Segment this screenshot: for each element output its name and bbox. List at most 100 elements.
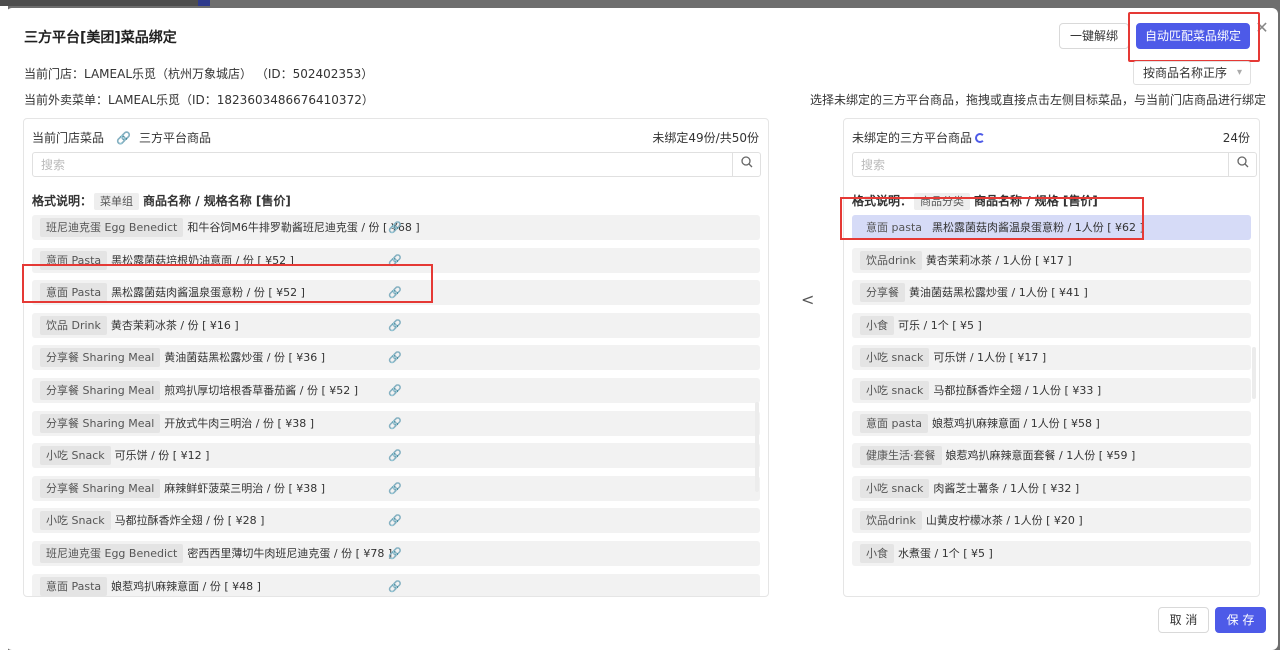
category-tag: 小吃 Snack (40, 511, 111, 531)
format-tag: 商品分类 (914, 193, 971, 210)
search-icon[interactable] (1228, 153, 1256, 176)
cancel-button[interactable]: 取 消 (1158, 607, 1209, 633)
chevron-left-icon[interactable]: < (801, 290, 814, 309)
platform-item-row[interactable]: 小吃 snack 可乐饼 / 1人份 [ ¥17 ] (852, 345, 1251, 371)
item-name: 黑松露菌菇肉酱温泉蛋意粉 / 份 [ ¥52 ] (111, 286, 305, 300)
store-dishes-panel: 当前门店菜品 🔗 三方平台商品 未绑定49份/共50份 格式说明：菜单组商品名称 /… (23, 118, 769, 597)
link-icon[interactable]: 🔗 (388, 476, 402, 501)
platform-item-row[interactable]: 饮品drink 黄杏茉莉冰茶 / 1人份 [ ¥17 ] (852, 247, 1251, 273)
store-search-box (32, 152, 761, 177)
background-topbar (0, 0, 210, 6)
link-icon[interactable]: 🔗 (388, 248, 402, 273)
item-name: 水煮蛋 / 1个 [ ¥5 ] (898, 546, 993, 560)
auto-match-button[interactable]: 自动匹配菜品绑定 (1136, 23, 1250, 49)
platform-list-scrollbar[interactable] (1252, 347, 1256, 399)
platform-item-row[interactable]: 小吃 snack 肉酱芝士薯条 / 1人份 [ ¥32 ] (852, 475, 1251, 501)
platform-item-row[interactable]: 小食 可乐 / 1个 [ ¥5 ] (852, 312, 1251, 338)
format-label: 格式说明： (32, 194, 93, 208)
item-name: 黄杏茉莉冰茶 / 份 [ ¥16 ] (110, 318, 239, 332)
store-list-scrollbar[interactable] (755, 402, 759, 492)
category-tag: 小吃 snack (860, 478, 930, 498)
link-icon[interactable]: 🔗 (388, 378, 402, 403)
store-dish-row[interactable]: 班尼迪克蛋 Egg Benedict 和牛谷饲M6牛排罗勒酱班尼迪克蛋 / 份 [… (32, 215, 760, 240)
item-name: 黄杏茉莉冰茶 / 1人份 [ ¥17 ] (925, 253, 1072, 267)
format-legend: 格式说明： 商品分类 商品名称 / 规格 [售价] (852, 192, 1098, 210)
store-panel-header: 当前门店菜品 🔗 三方平台商品 (32, 129, 211, 146)
item-name: 黑松露菌菇培根奶油意面 / 份 [ ¥52 ] (111, 253, 294, 267)
link-icon[interactable]: 🔗 (388, 443, 402, 468)
link-icon[interactable]: 🔗 (388, 411, 402, 436)
store-dish-row[interactable]: 班尼迪克蛋 Egg Benedict 密西西里薄切牛肉班尼迪克蛋 / 份 [ ¥7… (32, 540, 760, 566)
item-name: 马都拉酥香炸全翅 / 份 [ ¥28 ] (114, 514, 265, 528)
category-tag: 班尼迪克蛋 Egg Benedict (40, 218, 184, 237)
link-icon[interactable]: 🔗 (388, 574, 402, 596)
platform-item-list: 意面 pasta 黑松露菌菇肉酱温泉蛋意粉 / 1人份 [ ¥62 ] 饮品drin… (852, 215, 1251, 574)
store-dish-row[interactable]: 意面 Pasta 娘惹鸡扒麻辣意面 / 份 [ ¥48 ] 🔗 (32, 573, 760, 596)
current-store-info: 当前门店：LAMEAL乐觅（杭州万象城店） （ID：502402353） (24, 67, 374, 81)
category-tag: 意面 Pasta (40, 576, 108, 596)
category-tag: 健康生活·套餐 (860, 446, 942, 466)
loading-spinner-icon (975, 133, 986, 143)
format-tag: 菜单组 (94, 193, 140, 210)
item-name: 可乐 / 1个 [ ¥5 ] (898, 318, 982, 332)
unbind-all-button[interactable]: 一键解绑 (1059, 23, 1129, 49)
item-name: 黄油菌菇黑松露炒蛋 / 1人份 [ ¥41 ] (909, 286, 1088, 300)
format-description: 商品名称 / 规格 [售价] (974, 194, 1098, 208)
search-icon[interactable] (732, 153, 760, 176)
save-button[interactable]: 保 存 (1215, 607, 1266, 633)
store-dish-row[interactable]: 意面 Pasta 黑松露菌菇培根奶油意面 / 份 [ ¥52 ] 🔗 (32, 247, 760, 273)
sort-select-value: 按商品名称正序 (1143, 66, 1228, 80)
link-icon[interactable]: 🔗 (388, 508, 402, 533)
link-icon[interactable]: 🔗 (388, 345, 402, 370)
platform-label: 三方平台商品 (138, 131, 211, 145)
platform-item-row[interactable]: 小食 水煮蛋 / 1个 [ ¥5 ] (852, 540, 1251, 566)
format-label: 格式说明： (852, 194, 913, 208)
store-search-input[interactable] (33, 153, 730, 176)
platform-panel-title: 未绑定的三方平台商品 (852, 131, 973, 145)
category-tag: 饮品drink (860, 511, 922, 531)
category-tag: 小吃 snack (860, 380, 930, 400)
close-icon[interactable]: ✕ (1254, 20, 1270, 36)
sort-select[interactable]: 按商品名称正序 ▾ (1133, 61, 1251, 85)
store-dish-row[interactable]: 饮品 Drink 黄杏茉莉冰茶 / 份 [ ¥16 ] 🔗 (32, 312, 760, 338)
category-tag: 分享餐 Sharing Meal (40, 380, 161, 400)
item-name: 可乐饼 / 1人份 [ ¥17 ] (933, 351, 1047, 365)
store-dish-row[interactable]: 分享餐 Sharing Meal 开放式牛肉三明治 / 份 [ ¥38 ] 🔗 (32, 410, 760, 436)
category-tag: 小吃 snack (860, 348, 930, 368)
link-icon[interactable]: 🔗 (388, 313, 402, 338)
platform-item-row[interactable]: 分享餐 黄油菌菇黑松露炒蛋 / 1人份 [ ¥41 ] (852, 280, 1251, 306)
store-dish-row[interactable]: 小吃 Snack 马都拉酥香炸全翅 / 份 [ ¥28 ] 🔗 (32, 508, 760, 534)
platform-item-row[interactable]: 意面 pasta 黑松露菌菇肉酱温泉蛋意粉 / 1人份 [ ¥62 ] (852, 215, 1251, 240)
link-icon[interactable]: 🔗 (388, 215, 402, 240)
category-tag: 小食 (860, 543, 894, 563)
store-dish-row[interactable]: 分享餐 Sharing Meal 黄油菌菇黑松露炒蛋 / 份 [ ¥36 ] 🔗 (32, 345, 760, 371)
store-dish-row[interactable]: 小吃 Snack 可乐饼 / 份 [ ¥12 ] 🔗 (32, 443, 760, 469)
platform-item-row[interactable]: 小吃 snack 马都拉酥香炸全翅 / 1人份 [ ¥33 ] (852, 377, 1251, 403)
current-menu-info: 当前外卖菜单：LAMEAL乐觅（ID：1823603486676410372） (24, 93, 374, 107)
platform-item-row[interactable]: 意面 pasta 娘惹鸡扒麻辣意面 / 1人份 [ ¥58 ] (852, 410, 1251, 436)
category-tag: 小吃 Snack (40, 446, 111, 466)
link-icon[interactable]: 🔗 (388, 280, 402, 305)
store-dish-row[interactable]: 意面 Pasta 黑松露菌菇肉酱温泉蛋意粉 / 份 [ ¥52 ] 🔗 (32, 280, 760, 306)
item-name: 开放式牛肉三明治 / 份 [ ¥38 ] (164, 416, 315, 430)
chevron-down-icon: ▾ (1236, 67, 1242, 78)
link-icon[interactable]: 🔗 (388, 541, 402, 566)
store-dish-row[interactable]: 分享餐 Sharing Meal 麻辣鲜虾菠菜三明治 / 份 [ ¥38 ] 🔗 (32, 475, 760, 501)
item-name: 娘惹鸡扒麻辣意面 / 份 [ ¥48 ] (111, 579, 261, 593)
store-dish-row[interactable]: 分享餐 Sharing Meal 煎鸡扒厚切培根香草番茄酱 / 份 [ ¥52 ]… (32, 377, 760, 403)
store-panel-count: 未绑定49份/共50份 (652, 131, 759, 145)
item-name: 黑松露菌菇肉酱温泉蛋意粉 / 1人份 [ ¥62 ] (932, 221, 1144, 234)
link-icon: 🔗 (116, 131, 131, 145)
category-tag: 分享餐 Sharing Meal (40, 348, 161, 368)
item-name: 和牛谷饲M6牛排罗勒酱班尼迪克蛋 / 份 [ ¥68 ] (187, 221, 420, 234)
platform-search-box (852, 152, 1257, 177)
item-name: 黄油菌菇黑松露炒蛋 / 份 [ ¥36 ] (164, 351, 326, 365)
item-name: 娘惹鸡扒麻辣意面套餐 / 1人份 [ ¥59 ] (945, 449, 1136, 463)
background-tab-indicator (198, 0, 210, 6)
category-tag: 分享餐 (860, 283, 905, 303)
platform-item-row[interactable]: 健康生活·套餐 娘惹鸡扒麻辣意面套餐 / 1人份 [ ¥59 ] (852, 443, 1251, 469)
item-name: 山黄皮柠檬冰茶 / 1人份 [ ¥20 ] (925, 514, 1083, 528)
platform-item-row[interactable]: 饮品drink 山黄皮柠檬冰茶 / 1人份 [ ¥20 ] (852, 508, 1251, 534)
item-name: 肉酱芝士薯条 / 1人份 [ ¥32 ] (933, 481, 1080, 495)
platform-search-input[interactable] (853, 153, 1226, 176)
